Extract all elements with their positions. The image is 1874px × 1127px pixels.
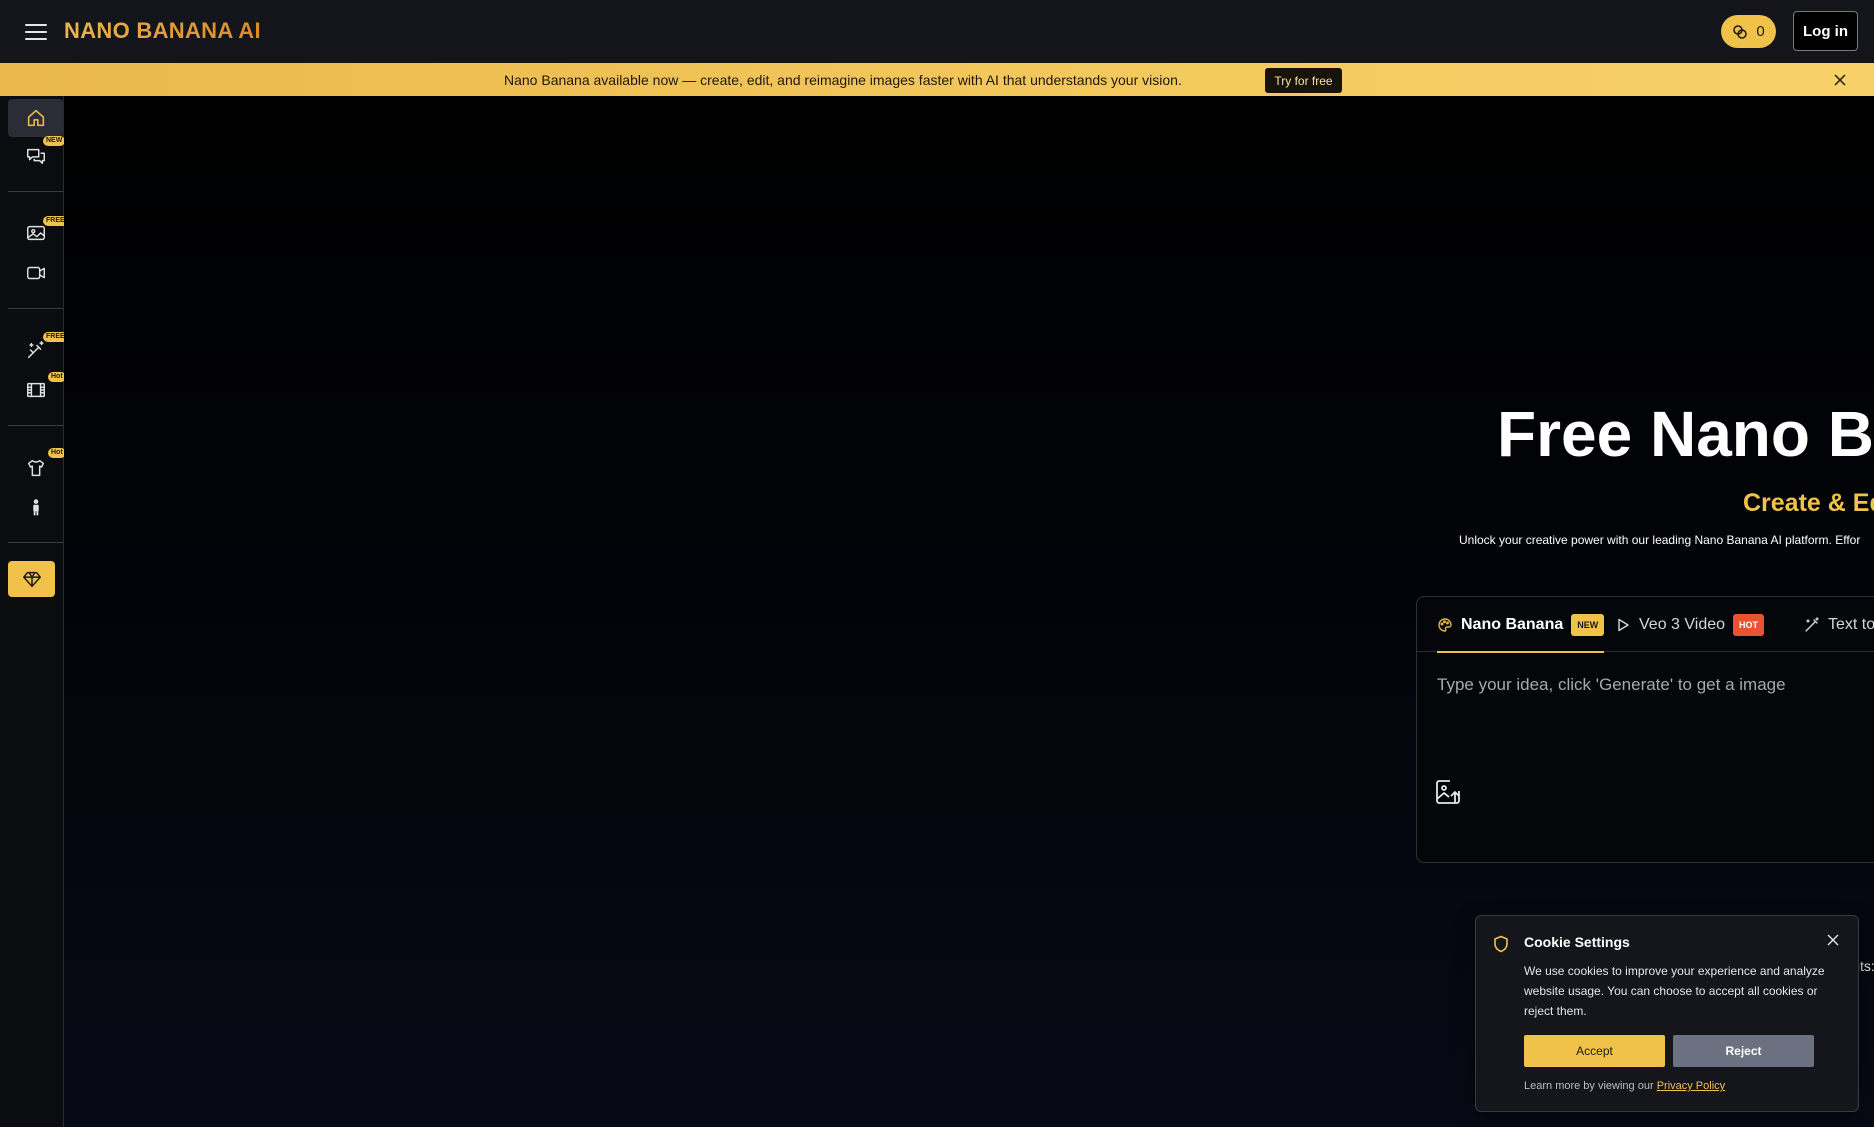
sidebar-divider bbox=[8, 542, 63, 543]
home-icon bbox=[27, 109, 44, 127]
sidebar-item-film[interactable]: Hot bbox=[8, 371, 66, 409]
tab-label: Nano Banana bbox=[1461, 615, 1564, 633]
shirt-icon bbox=[27, 459, 44, 477]
cookie-footer-text: Learn more by viewing our bbox=[1524, 1080, 1654, 1092]
sidebar-item-magic-edit[interactable]: FREE bbox=[8, 331, 68, 369]
badge-hot: HOT bbox=[1733, 613, 1765, 636]
badge-new: NEW bbox=[43, 136, 66, 146]
palette-icon bbox=[1438, 617, 1452, 632]
tab-veo-3-video[interactable]: Veo 3 Video HOT bbox=[1615, 597, 1765, 652]
credits-button[interactable]: 0 bbox=[1721, 15, 1776, 48]
wand-icon bbox=[1805, 616, 1819, 632]
chat-icon bbox=[26, 148, 45, 165]
privacy-policy-link[interactable]: Privacy Policy bbox=[1657, 1080, 1725, 1092]
reject-button[interactable]: Reject bbox=[1673, 1035, 1814, 1067]
hero-description: Unlock your creative power with our lead… bbox=[1459, 533, 1861, 547]
accept-button[interactable]: Accept bbox=[1524, 1035, 1665, 1067]
figure-icon bbox=[32, 499, 39, 516]
tab-nano-banana[interactable]: Nano Banana NEW bbox=[1437, 597, 1605, 653]
film-icon bbox=[26, 382, 45, 398]
sidebar-divider bbox=[8, 308, 63, 309]
try-for-free-button[interactable]: Try for free bbox=[1265, 68, 1342, 93]
diamond-icon bbox=[22, 571, 41, 588]
hero-title: Free Nano Ba bbox=[1497, 398, 1874, 470]
sidebar-item-image[interactable]: FREE bbox=[8, 214, 68, 252]
sidebar-item-video[interactable] bbox=[8, 254, 63, 292]
brand-logo[interactable]: NANO BANANA AI bbox=[64, 18, 261, 44]
cookie-footer: Learn more by viewing our Privacy Policy bbox=[1524, 1080, 1725, 1092]
shield-icon bbox=[1494, 935, 1508, 953]
hamburger-menu-icon[interactable] bbox=[22, 20, 50, 44]
sidebar-item-pro[interactable] bbox=[8, 561, 55, 597]
video-icon bbox=[26, 266, 45, 280]
upload-image-icon[interactable] bbox=[1433, 777, 1463, 807]
coins-icon bbox=[1733, 24, 1748, 39]
announcement-text: Nano Banana available now — create, edit… bbox=[504, 72, 1182, 88]
sidebar-item-home[interactable] bbox=[8, 99, 63, 137]
tab-label: Veo 3 Video bbox=[1639, 615, 1726, 633]
sidebar-item-figure[interactable] bbox=[8, 489, 63, 527]
credits-count: 0 bbox=[1756, 23, 1765, 40]
announcement-bar: Nano Banana available now — create, edit… bbox=[0, 63, 1874, 96]
login-button[interactable]: Log in bbox=[1793, 11, 1858, 51]
sidebar: NEW FREE FREE Hot Hot bbox=[0, 96, 68, 1127]
prompt-input[interactable] bbox=[1437, 675, 1874, 695]
cookie-title: Cookie Settings bbox=[1524, 934, 1630, 950]
hero-subtitle: Create & Ed bbox=[1743, 489, 1874, 517]
sidebar-item-chat[interactable]: NEW bbox=[8, 136, 66, 175]
magic-wand-icon bbox=[27, 341, 44, 359]
top-bar: NANO BANANA AI 0 Log in bbox=[0, 0, 1874, 63]
badge-new: NEW bbox=[1571, 613, 1605, 636]
sidebar-divider bbox=[8, 191, 63, 192]
tab-label: Text to bbox=[1828, 615, 1874, 633]
cookie-text: We use cookies to improve your experienc… bbox=[1524, 964, 1825, 1018]
sidebar-item-outfit[interactable]: Hot bbox=[8, 448, 66, 487]
sidebar-divider bbox=[8, 425, 63, 426]
image-icon bbox=[26, 225, 45, 241]
generator-tabs: Nano Banana NEW Veo 3 Video HOT Text to bbox=[1417, 597, 1874, 653]
generator-card: Nano Banana NEW Veo 3 Video HOT Text to bbox=[1416, 596, 1874, 863]
play-icon bbox=[1618, 618, 1629, 631]
close-icon[interactable] bbox=[1832, 72, 1848, 88]
tab-text-to[interactable]: Text to bbox=[1804, 597, 1874, 652]
close-icon[interactable] bbox=[1826, 933, 1840, 947]
cookie-dialog: Cookie Settings We use cookies to improv… bbox=[1475, 915, 1859, 1112]
